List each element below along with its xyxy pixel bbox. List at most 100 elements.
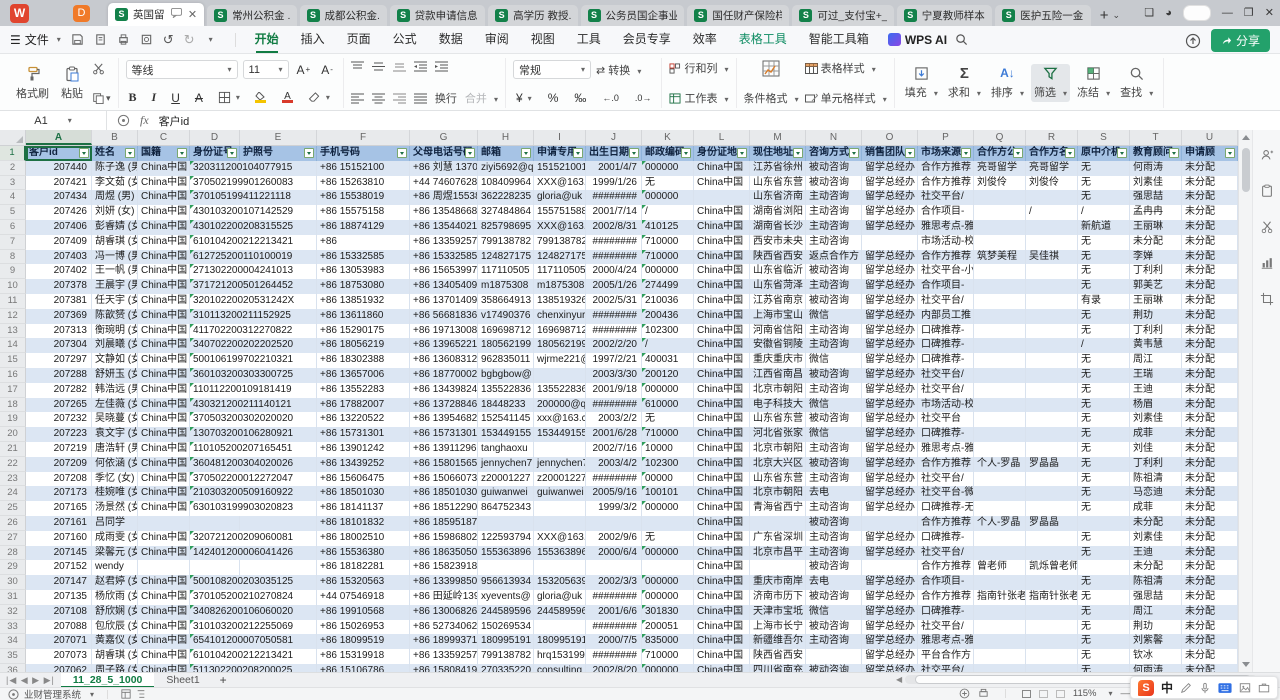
cell[interactable]: 留学总经办: [862, 176, 918, 191]
cell[interactable]: 被动咨询: [806, 264, 862, 279]
cell[interactable]: 未分配: [1130, 235, 1182, 250]
cell[interactable]: +86 1300682663: [410, 605, 478, 620]
cell[interactable]: 000000: [642, 590, 694, 605]
cell[interactable]: 未分配: [1182, 605, 1238, 620]
scroll-up-arrow-icon[interactable]: [1242, 135, 1250, 140]
cell[interactable]: 四川省南充: [750, 664, 806, 672]
cell[interactable]: 冯一博 (男: [92, 250, 138, 265]
cell[interactable]: tanghaoxu: [478, 442, 534, 457]
file-tab[interactable]: S高学历 教授.xlsx: [488, 5, 577, 26]
cell[interactable]: [1026, 338, 1078, 353]
filter-dropdown-button[interactable]: [793, 148, 803, 158]
cell[interactable]: +86 1877000215: [410, 368, 478, 383]
cell[interactable]: China中国: [138, 546, 190, 561]
cell[interactable]: 韩浩远 (男: [92, 383, 138, 398]
cell[interactable]: +86 15026953: [317, 620, 410, 635]
cell[interactable]: 留学总经办: [862, 634, 918, 649]
cell[interactable]: +86 1396522100: [410, 338, 478, 353]
cell[interactable]: 吴佳祺: [1026, 250, 1078, 265]
cell[interactable]: 杨欣雨 (女: [92, 590, 138, 605]
cell[interactable]: 410125: [642, 220, 694, 235]
cell[interactable]: 微信: [806, 353, 862, 368]
cell[interactable]: 710000: [642, 235, 694, 250]
cell[interactable]: +86 1372884680: [410, 398, 478, 413]
cell[interactable]: 合作方推荐: [918, 176, 974, 191]
cell[interactable]: 被动咨询: [806, 457, 862, 472]
justify-icon[interactable]: [414, 93, 427, 104]
cell[interactable]: 钦冰: [1130, 649, 1182, 664]
system-menu-caret-icon[interactable]: ▾: [90, 690, 94, 699]
row-number-30[interactable]: 30: [0, 575, 26, 590]
cell[interactable]: 430103200107142529: [190, 205, 240, 220]
cell[interactable]: 无: [1078, 634, 1130, 649]
cell[interactable]: 135522836: [534, 383, 586, 398]
cell[interactable]: China中国: [138, 605, 190, 620]
cell[interactable]: [1026, 383, 1078, 398]
cell[interactable]: 左佳薇 (女: [92, 398, 138, 413]
header-cell[interactable]: 合作方名: [1026, 146, 1078, 161]
cell[interactable]: 微信: [806, 309, 862, 324]
row-number-2[interactable]: 2: [0, 161, 26, 176]
cell[interactable]: +86 13552283: [317, 383, 410, 398]
cell[interactable]: 340702200202202520: [190, 338, 240, 353]
cell[interactable]: 梁馨元 (女: [92, 546, 138, 561]
increase-decimal-button[interactable]: ←.0: [599, 92, 622, 104]
cell[interactable]: China中国: [694, 324, 750, 339]
cell[interactable]: 社交平台/: [918, 383, 974, 398]
cell[interactable]: 成雨雯 (女: [92, 531, 138, 546]
cell[interactable]: [586, 560, 642, 575]
cell[interactable]: 北京市朝阳: [750, 442, 806, 457]
cell[interactable]: 刘晨曦 (女: [92, 338, 138, 353]
sheet-nav-buttons[interactable]: |◀ ◀ ▶ ▶|: [6, 675, 55, 686]
column-header-L[interactable]: L: [694, 130, 750, 145]
cell[interactable]: 150269534: [478, 620, 534, 635]
cell[interactable]: 未分配: [1182, 324, 1238, 339]
header-cell[interactable]: 现住地址: [750, 146, 806, 161]
column-header-G[interactable]: G: [410, 130, 478, 145]
cell[interactable]: 舒欣娴 (女: [92, 605, 138, 620]
cell[interactable]: 被动咨询: [806, 368, 862, 383]
cell[interactable]: 未分配: [1182, 279, 1238, 294]
increase-indent-icon[interactable]: [435, 61, 448, 72]
cell[interactable]: 320721200209060081: [190, 531, 240, 546]
cell[interactable]: 上海市长宁: [750, 620, 806, 635]
row-number-19[interactable]: 19: [0, 412, 26, 427]
cell[interactable]: +86 15332585: [317, 250, 410, 265]
cell[interactable]: 未分配: [1182, 501, 1238, 516]
cell[interactable]: 无: [1078, 620, 1130, 635]
cell[interactable]: [974, 398, 1026, 413]
cell[interactable]: 无: [1078, 264, 1130, 279]
cell[interactable]: 胡睿琪 (女: [92, 235, 138, 250]
cell[interactable]: +86 1340540988: [410, 279, 478, 294]
cell[interactable]: China中国: [138, 294, 190, 309]
cell[interactable]: 江西省南昌: [750, 368, 806, 383]
cell[interactable]: 155751588: [534, 205, 586, 220]
cell[interactable]: 社交平台/: [918, 368, 974, 383]
cell[interactable]: 杨眉: [1130, 398, 1182, 413]
cell[interactable]: 被动咨询: [806, 412, 862, 427]
cell[interactable]: China中国: [694, 531, 750, 546]
cell[interactable]: [1026, 324, 1078, 339]
cell[interactable]: XXX@163.c: [534, 176, 586, 191]
cell[interactable]: 207071: [26, 634, 92, 649]
cell[interactable]: 主动咨询: [806, 383, 862, 398]
cell[interactable]: 未分配: [1182, 486, 1238, 501]
cell[interactable]: 未分配: [1182, 427, 1238, 442]
cell[interactable]: [1078, 516, 1130, 531]
column-header-T[interactable]: T: [1130, 130, 1182, 145]
cell[interactable]: 108409964: [478, 176, 534, 191]
cell[interactable]: 无: [1078, 442, 1130, 457]
cell[interactable]: 留学总经办: [862, 205, 918, 220]
cell[interactable]: 刘佳: [1130, 442, 1182, 457]
cell[interactable]: [1026, 620, 1078, 635]
cell[interactable]: ########: [586, 324, 642, 339]
cell[interactable]: +86: [317, 235, 410, 250]
cell[interactable]: China中国: [694, 620, 750, 635]
cell[interactable]: 留学总经办: [862, 383, 918, 398]
cell[interactable]: 济南市历下: [750, 590, 806, 605]
cell[interactable]: [1026, 427, 1078, 442]
cell[interactable]: 合作方推荐: [918, 250, 974, 265]
cell[interactable]: gloria@uk: [534, 590, 586, 605]
column-header-F[interactable]: F: [317, 130, 410, 145]
comma-style-button[interactable]: ‰: [571, 90, 589, 106]
